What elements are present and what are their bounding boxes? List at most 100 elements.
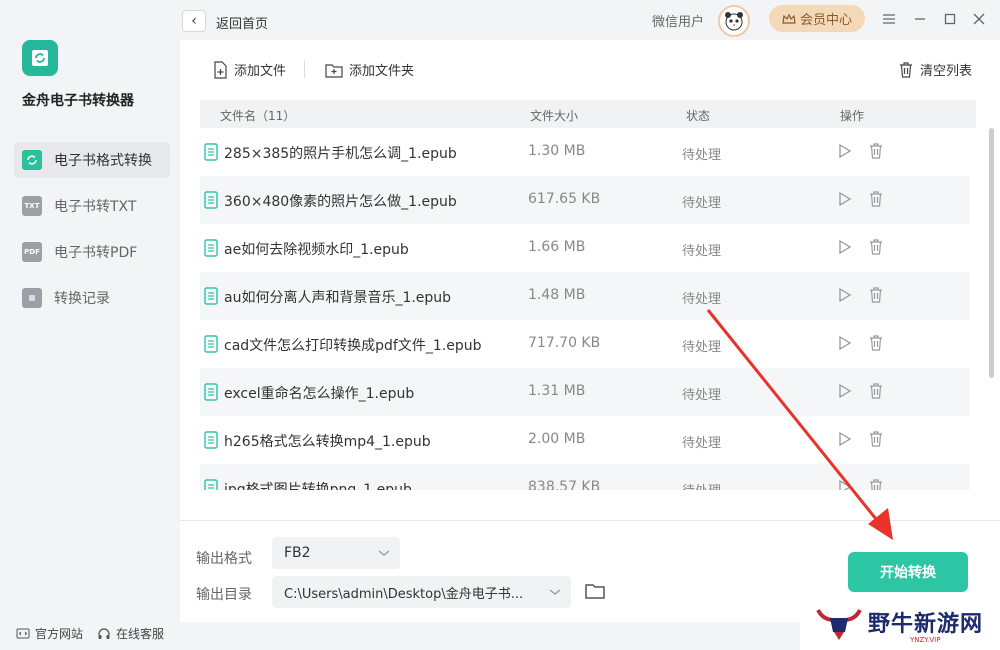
- website-icon: [16, 628, 30, 638]
- vip-center-button[interactable]: 会员中心: [769, 5, 865, 32]
- book-convert-icon: [22, 150, 42, 170]
- pdf-icon: PDF: [22, 242, 42, 262]
- file-status: 待处理: [682, 436, 722, 451]
- avatar[interactable]: [718, 5, 750, 37]
- output-dir-value: C:\Users\admin\Desktop\金舟电子书...: [284, 586, 524, 602]
- add-folder-label: 添加文件夹: [349, 64, 415, 79]
- trash-icon[interactable]: [868, 238, 884, 255]
- clear-list-button[interactable]: 清空列表: [898, 60, 972, 79]
- trash-icon: [900, 62, 912, 78]
- play-icon[interactable]: [838, 431, 852, 447]
- file-name: cad文件怎么打印转换成pdf文件_1.epub: [224, 338, 482, 354]
- menu-icon: [883, 14, 895, 24]
- epub-file-icon: [204, 287, 218, 305]
- file-size: 1.48 MB: [528, 287, 586, 303]
- sidebar-item-to-pdf[interactable]: PDF 电子书转PDF: [14, 234, 170, 270]
- table-row[interactable]: h265格式怎么转换mp4_1.epub 2.00 MB 待处理: [200, 416, 970, 464]
- chevron-down-icon: [549, 589, 561, 595]
- sidebar-item-label: 电子书转TXT: [54, 199, 137, 215]
- add-file-icon: [214, 60, 227, 79]
- folder-icon: [585, 584, 605, 599]
- table-row[interactable]: ae如何去除视频水印_1.epub 1.66 MB 待处理: [200, 224, 970, 272]
- trash-icon[interactable]: [868, 142, 884, 159]
- official-website-link[interactable]: 官方网站: [16, 625, 83, 642]
- add-file-button[interactable]: 添加文件: [212, 60, 286, 79]
- table-row[interactable]: cad文件怎么打印转换成pdf文件_1.epub 717.70 KB 待处理: [200, 320, 970, 368]
- maximize-button[interactable]: [941, 10, 959, 28]
- crown-icon: [782, 13, 796, 24]
- chevron-down-icon: [378, 550, 390, 556]
- table-row[interactable]: excel重命名怎么操作_1.epub 1.31 MB 待处理: [200, 368, 970, 416]
- back-button[interactable]: ‹: [182, 10, 206, 32]
- sidebar-item-to-txt[interactable]: TXT 电子书转TXT: [14, 188, 170, 224]
- play-icon[interactable]: [838, 335, 852, 351]
- trash-icon[interactable]: [868, 190, 884, 207]
- trash-icon[interactable]: [868, 430, 884, 447]
- vip-center-label: 会员中心: [799, 13, 852, 28]
- watermark-subtext: YNZY.VIP: [910, 636, 941, 644]
- minimize-button[interactable]: [911, 10, 929, 28]
- play-icon[interactable]: [838, 479, 852, 490]
- trash-icon[interactable]: [868, 286, 884, 303]
- play-icon[interactable]: [838, 191, 852, 207]
- epub-file-icon: [204, 431, 218, 449]
- file-size: 1.66 MB: [528, 239, 586, 255]
- epub-file-icon: [204, 143, 218, 161]
- sidebar-item-history[interactable]: 转换记录: [14, 280, 170, 316]
- browse-folder-button[interactable]: [584, 581, 606, 605]
- output-format-select[interactable]: FB2: [272, 537, 400, 569]
- sidebar: 金舟电子书转换器 电子书格式转换 TXT 电子书转TXT PDF 电子书转PDF…: [0, 0, 180, 650]
- table-row[interactable]: jpg格式图片转换png_1.epub 838.57 KB 待处理: [200, 464, 970, 490]
- table-row[interactable]: au如何分离人声和背景音乐_1.epub 1.48 MB 待处理: [200, 272, 970, 320]
- output-format-label: 输出格式: [196, 551, 252, 567]
- file-status: 待处理: [682, 480, 721, 490]
- file-size: 838.57 KB: [528, 479, 601, 490]
- file-status: 待处理: [682, 244, 722, 259]
- epub-file-icon: [204, 239, 218, 257]
- file-status: 待处理: [682, 148, 722, 163]
- epub-file-icon: [204, 335, 218, 353]
- header-status: 状态: [686, 109, 711, 123]
- trash-icon[interactable]: [868, 334, 884, 351]
- play-icon[interactable]: [838, 287, 852, 303]
- close-icon: [973, 13, 985, 25]
- watermark-text: 野牛新游网: [868, 612, 984, 637]
- file-status: 待处理: [682, 292, 722, 307]
- close-button[interactable]: [970, 10, 988, 28]
- file-name: jpg格式图片转换png_1.epub: [224, 482, 412, 490]
- official-website-label: 官方网站: [35, 627, 84, 641]
- start-convert-button[interactable]: 开始转换: [848, 552, 968, 592]
- file-name: excel重命名怎么操作_1.epub: [224, 386, 415, 402]
- add-file-label: 添加文件: [234, 64, 287, 79]
- user-name[interactable]: 微信用户: [652, 11, 704, 30]
- sidebar-item-label: 转换记录: [54, 291, 110, 307]
- table-row[interactable]: 360×480像素的照片怎么做_1.epub 617.65 KB 待处理: [200, 176, 970, 224]
- bull-logo-icon: [816, 609, 862, 640]
- sidebar-item-format-convert[interactable]: 电子书格式转换: [14, 142, 170, 178]
- file-list-scrollbar[interactable]: [989, 128, 994, 378]
- file-name: 285×385的照片手机怎么调_1.epub: [224, 146, 457, 162]
- trash-icon[interactable]: [868, 382, 884, 399]
- epub-file-icon: [204, 191, 218, 209]
- file-name: h265格式怎么转换mp4_1.epub: [224, 434, 431, 450]
- menu-button[interactable]: [880, 10, 898, 28]
- watermark: 野牛新游网 YNZY.VIP: [800, 600, 1000, 650]
- txt-icon: TXT: [22, 196, 42, 216]
- header-action: 操作: [840, 109, 865, 123]
- toolbar-divider: [304, 60, 305, 78]
- play-icon[interactable]: [838, 239, 852, 255]
- file-size: 1.30 MB: [528, 143, 586, 159]
- play-icon[interactable]: [838, 143, 852, 159]
- add-folder-button[interactable]: 添加文件夹: [325, 60, 414, 79]
- output-dir-select[interactable]: C:\Users\admin\Desktop\金舟电子书...: [272, 576, 571, 608]
- sidebar-footer: 官方网站 在线客服: [16, 625, 164, 642]
- online-support-label: 在线客服: [116, 627, 165, 641]
- back-home-link[interactable]: 返回首页: [216, 13, 268, 32]
- online-support-link[interactable]: 在线客服: [97, 625, 164, 642]
- maximize-icon: [944, 13, 956, 25]
- file-status: 待处理: [682, 340, 722, 355]
- file-size: 617.65 KB: [528, 191, 601, 207]
- play-icon[interactable]: [838, 383, 852, 399]
- table-row[interactable]: 285×385的照片手机怎么调_1.epub 1.30 MB 待处理: [200, 128, 970, 176]
- trash-icon[interactable]: [868, 478, 884, 490]
